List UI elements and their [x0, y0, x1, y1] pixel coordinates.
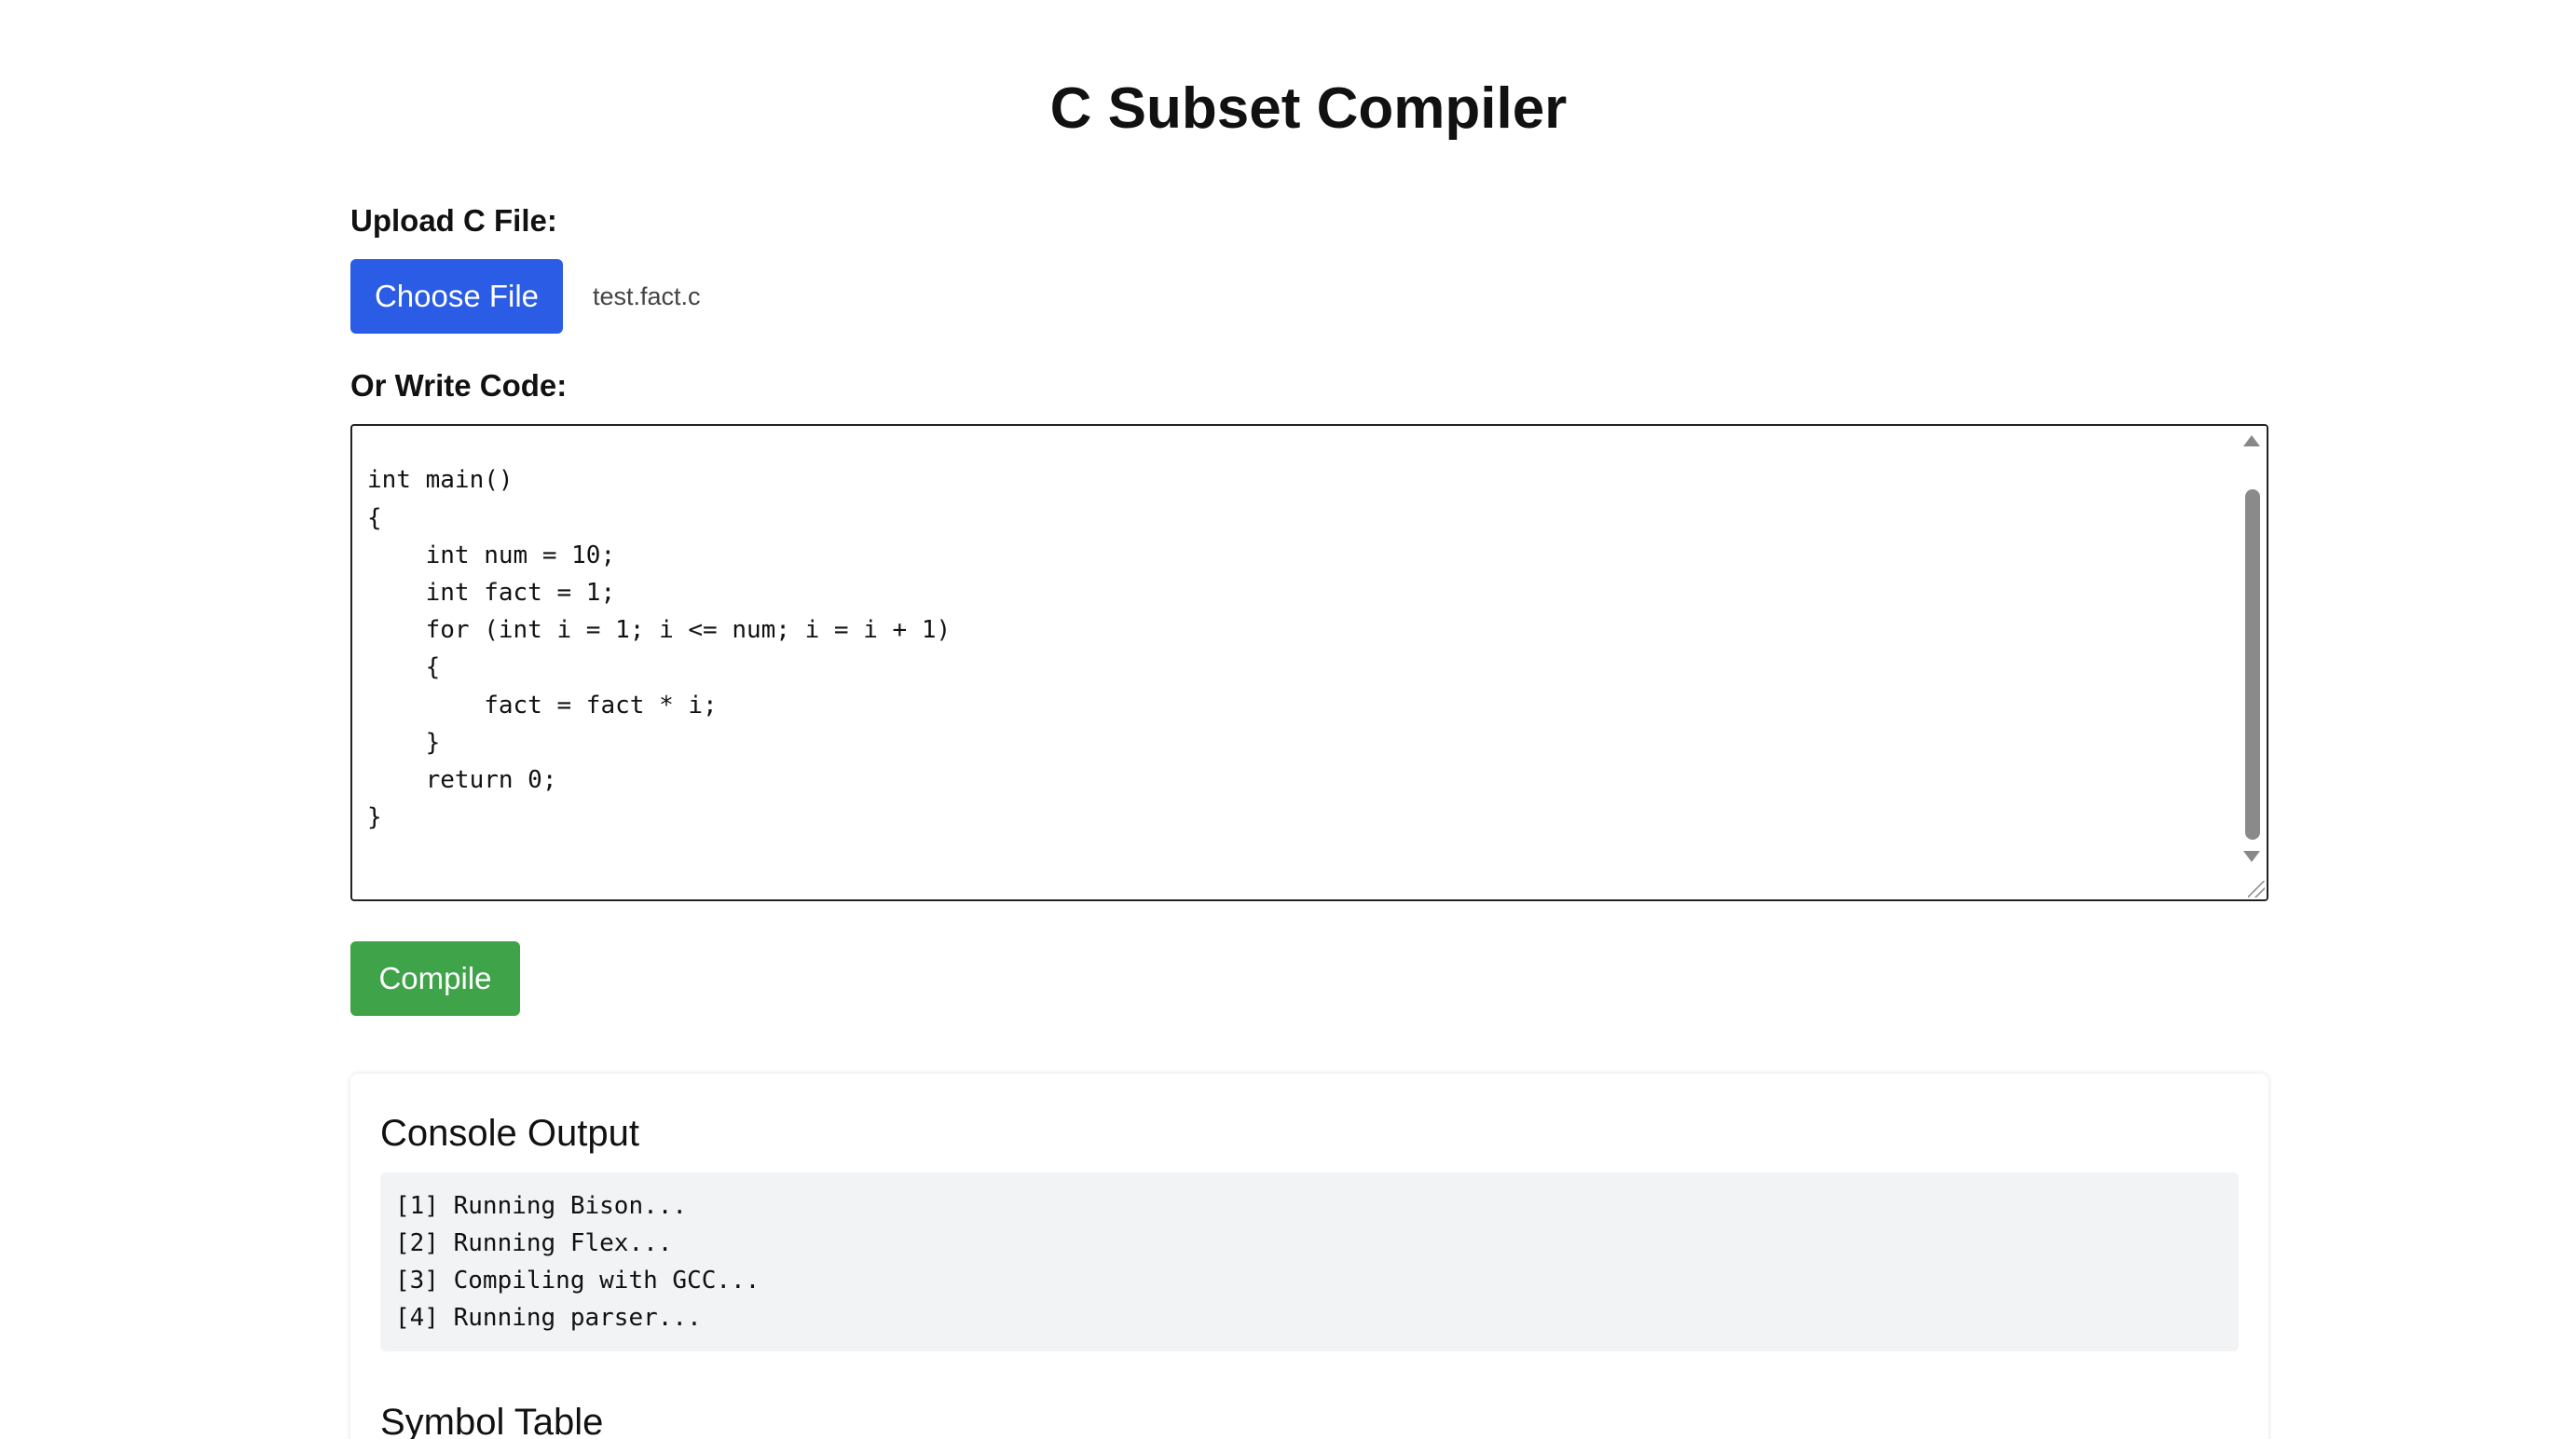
choose-file-button[interactable]: Choose File — [350, 259, 563, 334]
symbol-table-title: Symbol Table — [380, 1402, 604, 1439]
resize-handle-icon[interactable] — [2248, 881, 2265, 898]
page: C Subset Compiler Upload C File: Choose … — [0, 0, 2576, 1439]
page-title: C Subset Compiler — [1049, 76, 1568, 141]
output-card: Console Output [1] Running Bison... [2] … — [350, 1074, 2268, 1439]
upload-label: Upload C File: — [350, 203, 557, 238]
scroll-up-arrow-icon[interactable] — [2243, 435, 2260, 446]
console-output-title: Console Output — [380, 1113, 639, 1154]
selected-file-name: test.fact.c — [593, 282, 701, 310]
scrollbar-thumb[interactable] — [2245, 489, 2260, 840]
scroll-down-arrow-icon[interactable] — [2243, 851, 2260, 862]
code-text[interactable]: #include <stdio.h> int main() { int num … — [367, 426, 951, 836]
console-output-text: [1] Running Bison... [2] Running Flex...… — [395, 1192, 760, 1332]
code-editor[interactable]: #include <stdio.h> int main() { int num … — [350, 424, 2268, 901]
write-code-label: Or Write Code: — [350, 368, 568, 403]
editor-scrollbar[interactable] — [2239, 426, 2267, 899]
compile-button[interactable]: Compile — [350, 941, 520, 1016]
console-output-box: [1] Running Bison... [2] Running Flex...… — [380, 1172, 2239, 1351]
